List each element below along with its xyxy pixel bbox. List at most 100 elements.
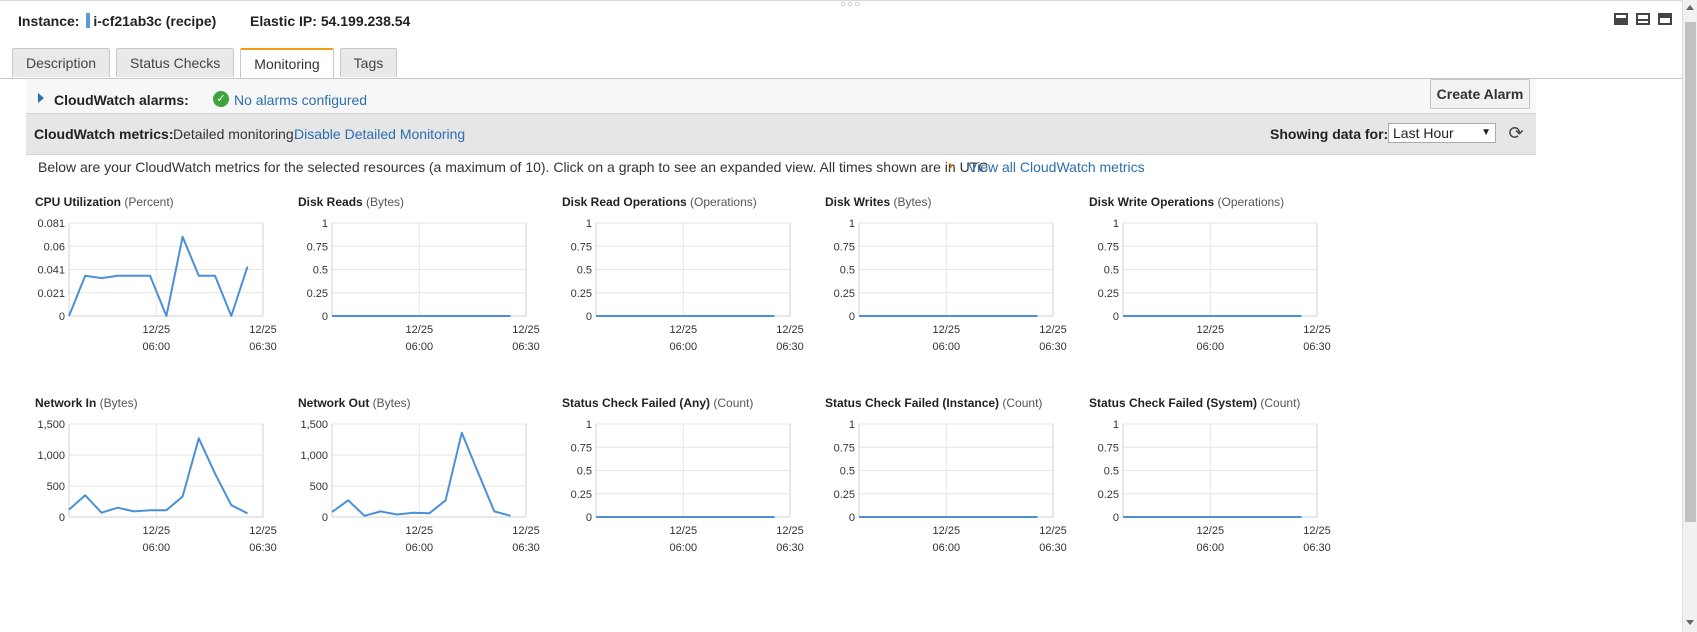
tab-description[interactable]: Description: [12, 48, 111, 77]
x-tick-time: 06:00: [143, 542, 171, 554]
y-tick-label: 0: [586, 512, 592, 524]
y-tick-label: 0: [1113, 512, 1119, 524]
y-tick-label: 1: [849, 218, 855, 230]
metric-chart[interactable]: CPU Utilization (Percent) 0.081 0.06 0.041 0…: [35, 195, 297, 365]
disable-detailed-monitoring-link[interactable]: Disable Detailed Monitoring: [294, 126, 465, 142]
create-alarm-button[interactable]: Create Alarm: [1430, 79, 1530, 109]
y-tick-label: 0: [849, 512, 855, 524]
tab-status-checks[interactable]: Status Checks: [116, 48, 235, 77]
y-tick-label: 0.5: [840, 265, 855, 277]
metric-chart[interactable]: Disk Reads (Bytes) 1 0.75 0.5 0.25 0 12/25 06:0…: [298, 195, 560, 365]
refresh-icon[interactable]: ⟳: [1506, 123, 1526, 143]
vertical-scrollbar[interactable]: [1682, 0, 1697, 632]
x-tick-date: 12/25: [143, 324, 171, 336]
y-tick-label: 0.25: [307, 288, 328, 300]
instance-color-marker: [86, 13, 91, 28]
metric-chart[interactable]: Status Check Failed (Instance) (Count) 1 0…: [825, 396, 1087, 566]
elastic-ip-label: Elastic IP:: [250, 13, 317, 29]
instance-label-text: Instance:: [18, 13, 80, 29]
chevron-right-icon: ›: [948, 157, 953, 174]
x-tick-date: 12/25: [670, 324, 698, 336]
y-tick-label: 1,500: [300, 419, 328, 431]
panel-middle-icon[interactable]: [1636, 13, 1650, 25]
y-tick-label: 0.021: [37, 288, 65, 300]
y-tick-label: 0: [59, 311, 65, 323]
panel-top-icon[interactable]: [1658, 13, 1672, 25]
dropdown-arrow-icon: ▼: [1481, 127, 1491, 138]
x-tick-date: 12/25: [1303, 324, 1331, 336]
y-tick-label: 0.75: [1098, 241, 1119, 253]
elastic-ip-value[interactable]: 54.199.238.54: [321, 13, 411, 29]
y-tick-label: 0.081: [37, 218, 65, 230]
metric-chart[interactable]: Disk Read Operations (Operations) 1 0.75 0.…: [562, 195, 824, 365]
tab-bar: Description Status Checks Monitoring Tag…: [12, 48, 403, 79]
chart-title-name: Status Check Failed (System): [1089, 396, 1258, 410]
y-tick-label: 1: [1113, 218, 1119, 230]
chart-title: Status Check Failed (Any) (Count): [562, 396, 753, 410]
y-tick-label: 1,000: [300, 450, 328, 462]
y-tick-label: 0.5: [840, 466, 855, 478]
x-tick-date: 12/25: [406, 525, 434, 537]
y-tick-label: 0: [586, 311, 592, 323]
chart-svg: 1 0.75 0.5 0.25 0 12/25 06:00 12/25 06:30: [834, 218, 1067, 353]
x-tick-date: 12/25: [776, 525, 804, 537]
x-tick-date: 12/25: [933, 525, 961, 537]
instance-label: Instance: i-cf21ab3c (recipe): [18, 13, 216, 29]
metrics-row: CloudWatch metrics: Detailed monitoring.…: [26, 113, 1536, 155]
metric-chart[interactable]: Status Check Failed (System) (Count) 1 0.7…: [1089, 396, 1351, 566]
elastic-ip: Elastic IP: 54.199.238.54: [250, 13, 410, 29]
chart-title: Disk Write Operations (Operations): [1089, 195, 1284, 209]
chart-svg: 1 0.75 0.5 0.25 0 12/25 06:00 12/25 06:30: [571, 419, 804, 554]
x-tick-date: 12/25: [249, 525, 277, 537]
y-tick-label: 0.75: [834, 241, 855, 253]
x-tick-time: 06:00: [1197, 341, 1225, 353]
metric-chart[interactable]: Status Check Failed (Any) (Count) 1 0.75 0.…: [562, 396, 824, 566]
x-tick-time: 06:00: [933, 542, 961, 554]
alarms-status-link[interactable]: No alarms configured: [234, 92, 367, 108]
y-tick-label: 500: [310, 481, 328, 493]
view-all-metrics-link[interactable]: View all CloudWatch metrics: [968, 159, 1145, 175]
x-tick-time: 06:30: [512, 341, 540, 353]
x-tick-date: 12/25: [512, 525, 540, 537]
chart-title-unit: (Operations): [1214, 195, 1285, 209]
metric-chart[interactable]: Network Out (Bytes) 1,500 1,000 500 0 12/25 06…: [298, 396, 560, 566]
chart-title: Status Check Failed (System) (Count): [1089, 396, 1300, 410]
alarms-title[interactable]: CloudWatch alarms:: [54, 92, 189, 108]
showing-data-label: Showing data for:: [1270, 126, 1389, 142]
scrollbar-thumb[interactable]: [1685, 22, 1696, 522]
chart-title-unit: (Operations): [686, 195, 757, 209]
metric-chart[interactable]: Disk Writes (Bytes) 1 0.75 0.5 0.25 0 12/25 06:…: [825, 195, 1087, 365]
metric-chart[interactable]: Disk Write Operations (Operations) 1 0.75 0…: [1089, 195, 1351, 365]
chart-title-name: Disk Writes: [825, 195, 891, 209]
y-tick-label: 0: [1113, 311, 1119, 323]
x-tick-date: 12/25: [933, 324, 961, 336]
resize-handle-icon[interactable]: ○○○: [840, 0, 861, 10]
tab-monitoring[interactable]: Monitoring: [240, 48, 334, 79]
tab-tags[interactable]: Tags: [339, 48, 398, 77]
chart-title-unit: (Count): [1257, 396, 1301, 410]
chart-title: Disk Writes (Bytes): [825, 195, 931, 209]
metric-chart[interactable]: Network In (Bytes) 1,500 1,000 500 0 12/25 06:…: [35, 396, 297, 566]
y-tick-label: 0.25: [571, 288, 592, 300]
panel-bottom-icon[interactable]: [1614, 13, 1628, 25]
scroll-up-arrow-icon[interactable]: [1686, 5, 1694, 10]
y-tick-label: 0.06: [44, 241, 65, 253]
scroll-down-arrow-icon[interactable]: [1686, 620, 1694, 625]
chart-title-unit: (Bytes): [96, 396, 138, 410]
time-range-select[interactable]: Last Hour ▼: [1388, 123, 1496, 143]
x-tick-date: 12/25: [512, 324, 540, 336]
chart-title-name: Disk Reads: [298, 195, 363, 209]
expand-caret-icon[interactable]: [38, 93, 44, 103]
instance-header: Instance: i-cf21ab3c (recipe) Elastic IP…: [0, 0, 1682, 41]
chart-svg: 1 0.75 0.5 0.25 0 12/25 06:00 12/25 06:30: [307, 218, 540, 353]
chart-title: Disk Reads (Bytes): [298, 195, 404, 209]
series-line: [68, 235, 249, 317]
x-tick-time: 06:00: [143, 341, 171, 353]
x-tick-date: 12/25: [249, 324, 277, 336]
chart-title-unit: (Bytes): [890, 195, 932, 209]
y-tick-label: 0.75: [1098, 442, 1119, 454]
y-tick-label: 0.25: [834, 489, 855, 501]
y-tick-label: 0.25: [571, 489, 592, 501]
x-tick-date: 12/25: [670, 525, 698, 537]
instance-id[interactable]: i-cf21ab3c (recipe): [93, 13, 216, 29]
